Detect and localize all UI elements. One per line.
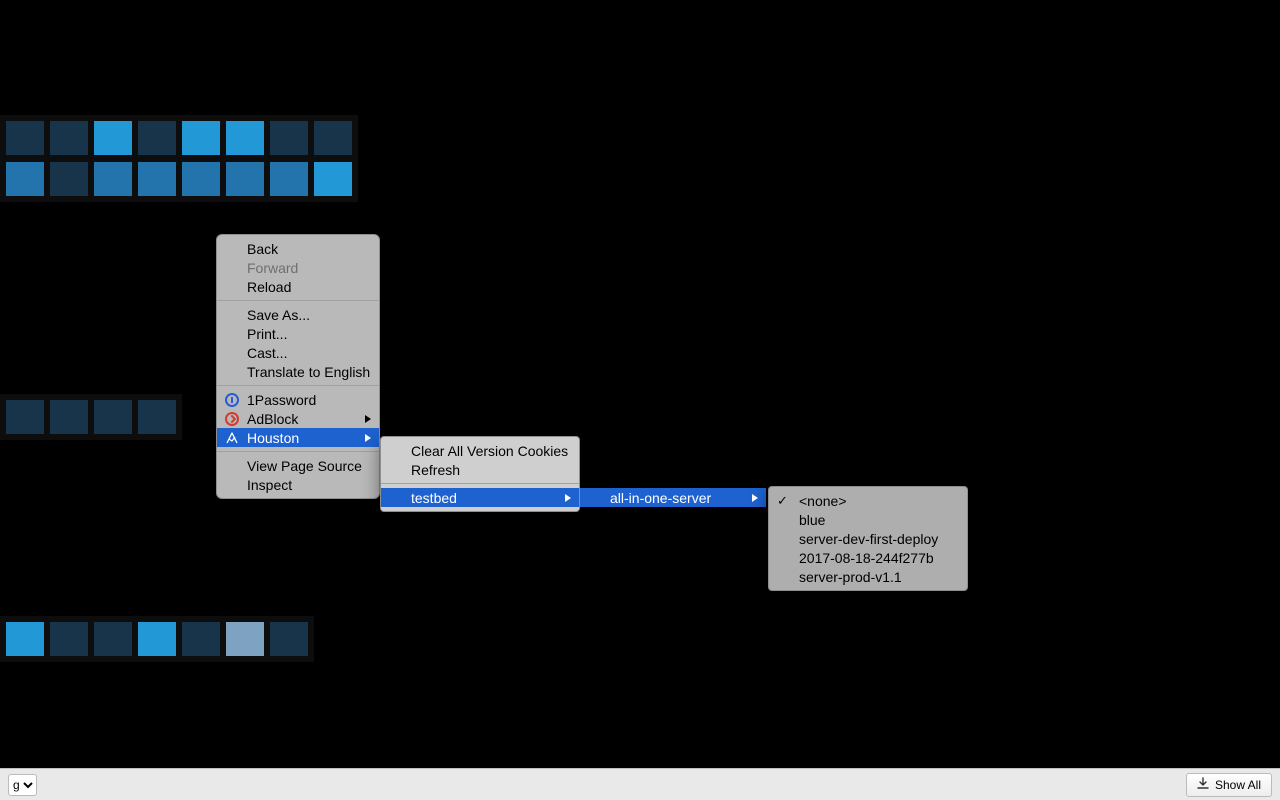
menu-item-translate-to-english[interactable]: Translate to English [217, 362, 379, 381]
menu-item-version[interactable]: 2017-08-18-244f277b [769, 548, 967, 567]
menu-item-label: Save As... [247, 307, 310, 323]
onepassword-icon [225, 393, 239, 407]
menu-separator [217, 385, 379, 386]
tile [50, 400, 88, 434]
menu-item-save-as[interactable]: Save As... [217, 305, 379, 324]
tile [50, 622, 88, 656]
check-icon: ✓ [777, 493, 788, 509]
menu-item-label: testbed [411, 490, 457, 506]
tile-strip [0, 616, 314, 662]
footer-bar: g Show All [0, 768, 1280, 800]
menu-item-back[interactable]: Back [217, 239, 379, 258]
menu-item-adblock[interactable]: AdBlock [217, 409, 379, 428]
tile-strip [0, 156, 358, 202]
menu-item-refresh[interactable]: Refresh [381, 460, 579, 479]
menu-item-label: Houston [247, 430, 299, 446]
tile [182, 622, 220, 656]
menu-item-houston[interactable]: Houston [217, 428, 379, 447]
menu-item-all-in-one-server[interactable]: all-in-one-server [580, 488, 766, 507]
submenu-arrow-icon [365, 434, 371, 442]
menu-item-label: Translate to English [247, 364, 370, 380]
menu-separator [217, 451, 379, 452]
menu-item-label: Inspect [247, 477, 292, 493]
tile [94, 162, 132, 196]
menu-item-label: AdBlock [247, 411, 298, 427]
tile [270, 162, 308, 196]
tile [314, 162, 352, 196]
menu-item-clear-cookies[interactable]: Clear All Version Cookies [381, 441, 579, 460]
menu-item-label: View Page Source [247, 458, 362, 474]
submenu-houston: Clear All Version Cookies Refresh testbe… [380, 436, 580, 512]
menu-item-label: Back [247, 241, 278, 257]
houston-icon [225, 431, 239, 445]
tile [6, 622, 44, 656]
tile-strip [0, 394, 182, 440]
tile [270, 121, 308, 155]
menu-item-view-page-source[interactable]: View Page Source [217, 456, 379, 475]
tile [138, 121, 176, 155]
tile [226, 121, 264, 155]
download-icon [1197, 777, 1209, 792]
submenu-arrow-icon [752, 494, 758, 502]
tile [6, 400, 44, 434]
tile [138, 622, 176, 656]
menu-item-testbed[interactable]: testbed [381, 488, 579, 507]
menu-item-label: 2017-08-18-244f277b [799, 550, 934, 566]
menu-item-label: <none> [799, 493, 847, 509]
menu-item-label: Reload [247, 279, 291, 295]
menu-item-version[interactable]: ✓ <none> [769, 491, 967, 510]
menu-item-cast[interactable]: Cast... [217, 343, 379, 362]
tile [94, 622, 132, 656]
context-menu: Back Forward Reload Save As... Print... Cast.… [216, 234, 380, 499]
menu-item-1password[interactable]: 1Password [217, 390, 379, 409]
tile [270, 622, 308, 656]
menu-item-label: 1Password [247, 392, 316, 408]
menu-item-label: all-in-one-server [610, 490, 711, 506]
menu-separator [381, 483, 579, 484]
adblock-icon [225, 412, 239, 426]
tile [50, 162, 88, 196]
tile [182, 121, 220, 155]
tile [50, 121, 88, 155]
menu-item-label: Refresh [411, 462, 460, 478]
submenu-arrow-icon [565, 494, 571, 502]
tile [138, 400, 176, 434]
submenu-versions: ✓ <none> blue server-dev-first-deploy 2017-0… [768, 486, 968, 591]
tile [6, 162, 44, 196]
menu-item-version[interactable]: blue [769, 510, 967, 529]
menu-separator [217, 300, 379, 301]
tile [182, 162, 220, 196]
footer-select[interactable]: g [8, 774, 37, 796]
tile [314, 121, 352, 155]
show-all-button[interactable]: Show All [1186, 773, 1272, 797]
tile [226, 162, 264, 196]
submenu-arrow-icon [365, 415, 371, 423]
menu-item-print[interactable]: Print... [217, 324, 379, 343]
section-heading-2: s [0, 290, 2, 344]
menu-item-label: blue [799, 512, 825, 528]
tile [138, 162, 176, 196]
menu-item-label: server-dev-first-deploy [799, 531, 938, 547]
menu-item-label: server-prod-v1.1 [799, 569, 902, 585]
menu-item-label: Forward [247, 260, 298, 276]
tile [6, 121, 44, 155]
menu-item-forward: Forward [217, 258, 379, 277]
menu-item-label: Cast... [247, 345, 287, 361]
tile [226, 622, 264, 656]
show-all-label: Show All [1215, 778, 1261, 792]
menu-item-label: Print... [247, 326, 287, 342]
submenu-testbed: all-in-one-server [580, 488, 766, 507]
tile [94, 121, 132, 155]
menu-item-reload[interactable]: Reload [217, 277, 379, 296]
menu-item-label: Clear All Version Cookies [411, 443, 568, 459]
menu-item-version[interactable]: server-prod-v1.1 [769, 567, 967, 586]
menu-item-version[interactable]: server-dev-first-deploy [769, 529, 967, 548]
tile [94, 400, 132, 434]
menu-item-inspect[interactable]: Inspect [217, 475, 379, 494]
tile-strip [0, 115, 358, 161]
